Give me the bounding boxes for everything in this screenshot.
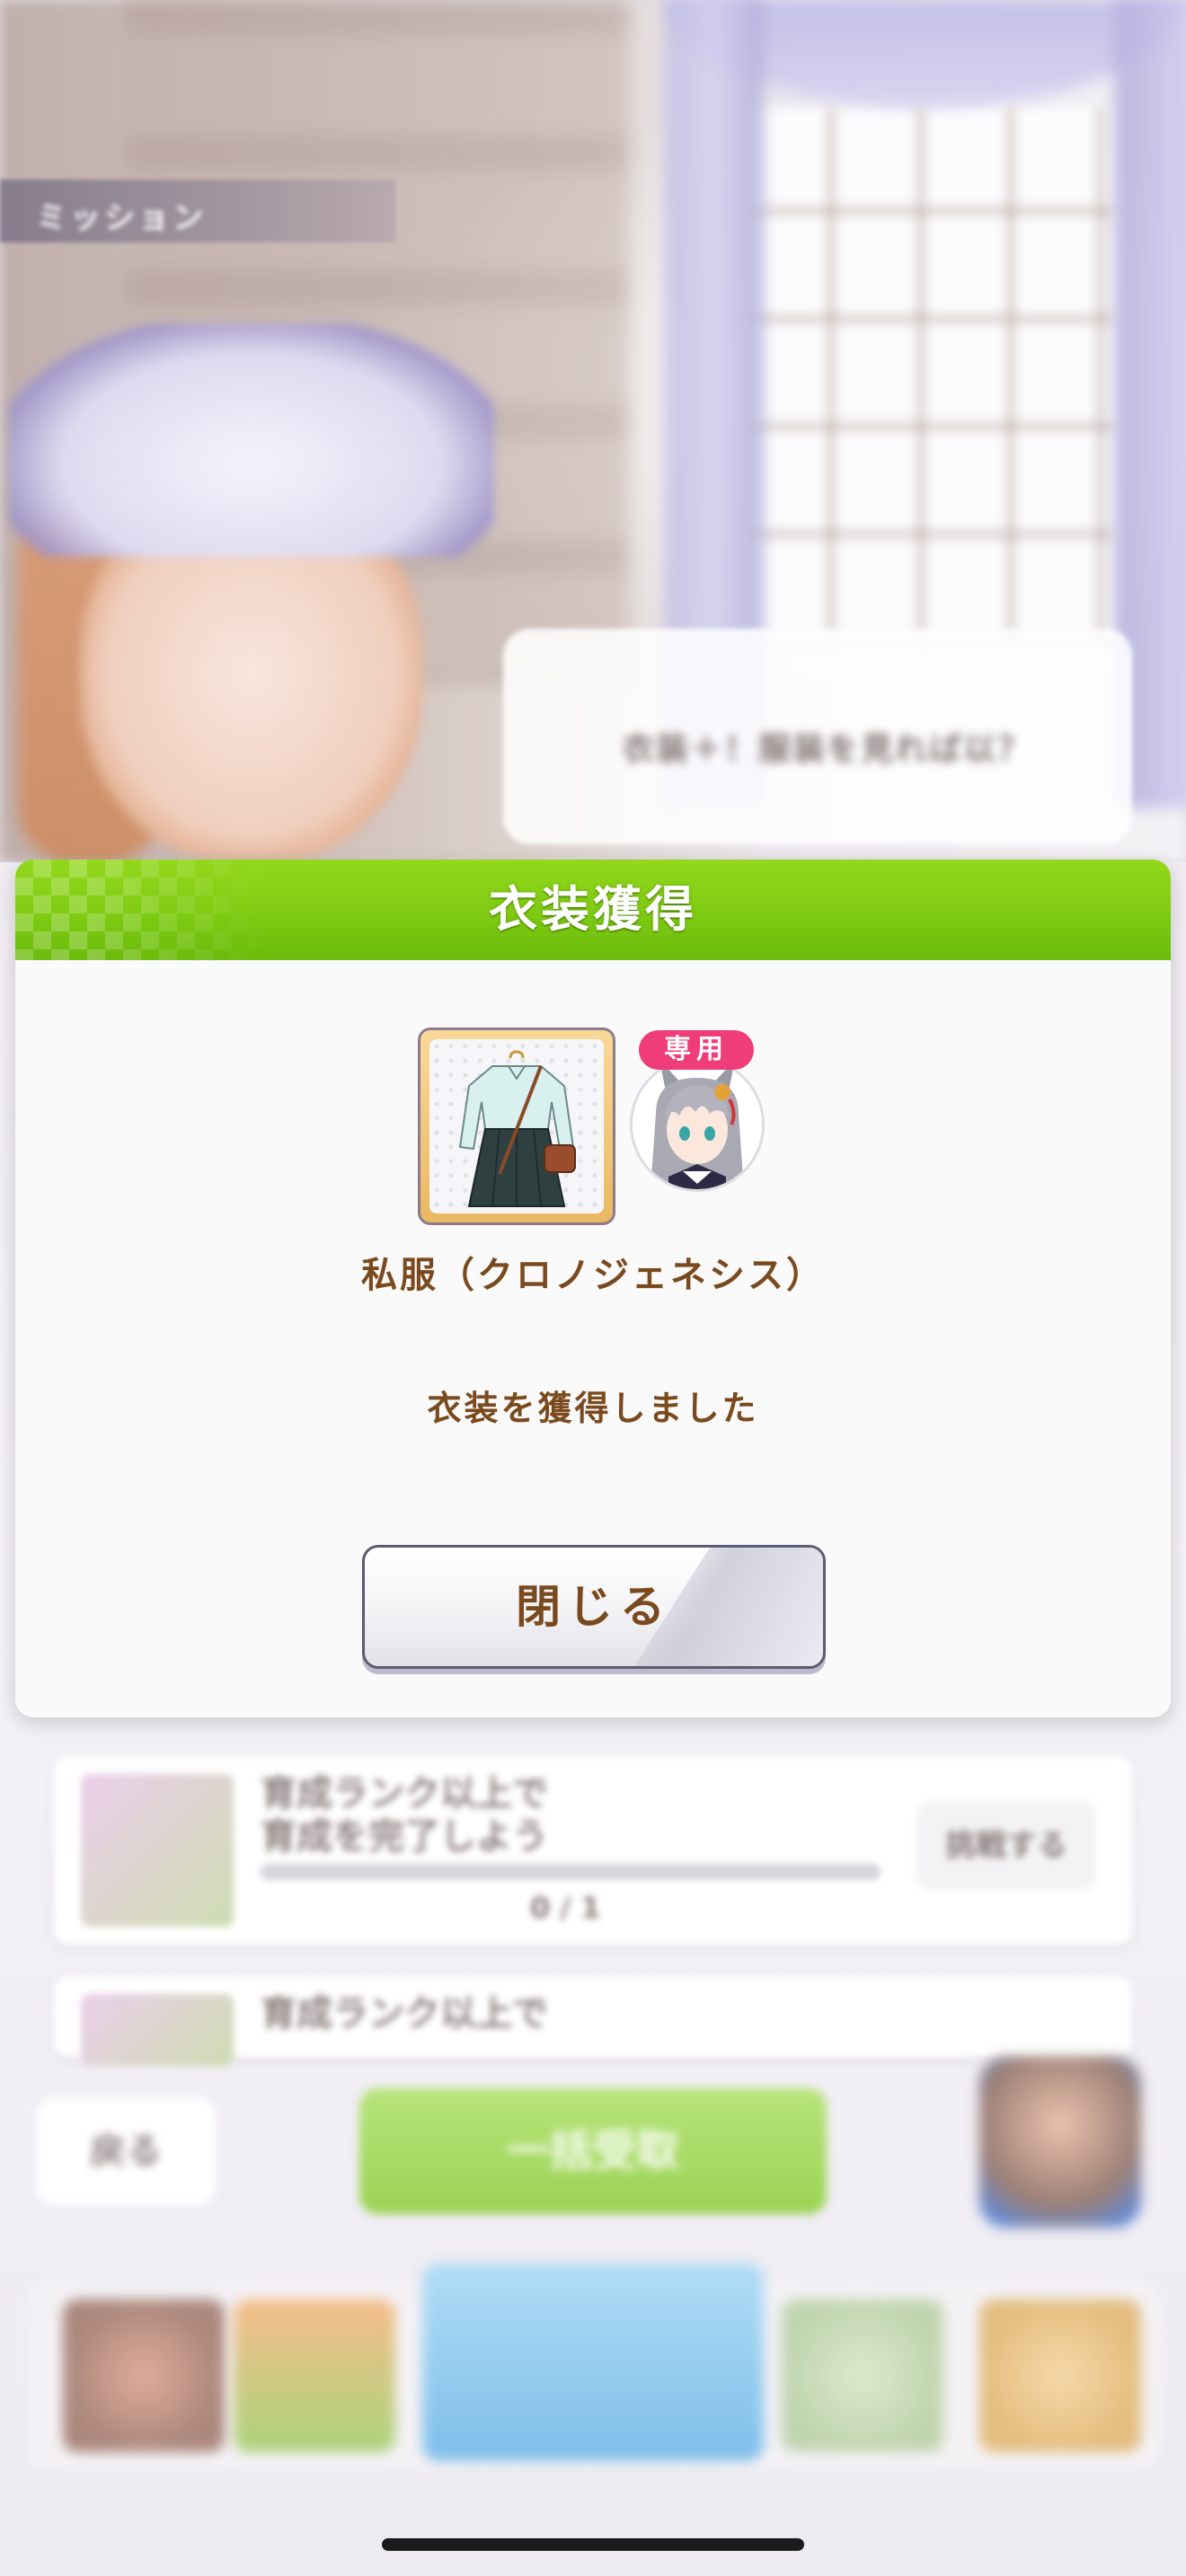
character-portrait-icon: [633, 1060, 762, 1189]
obtained-message: 衣装を獲得しました: [427, 1389, 759, 1428]
home-indicator[interactable]: [382, 2538, 804, 2551]
costume-obtained-dialog: 衣装獲得 専用 私服（クロノジェネシス） 衣装を獲得しました 閉じる: [15, 860, 1171, 1717]
costume-thumbnail: [429, 1039, 604, 1213]
close-button[interactable]: 閉じる: [362, 1545, 826, 1669]
exclusive-badge: 専用: [639, 1030, 754, 1070]
costume-outfit-icon: [458, 1050, 576, 1207]
dialog-title: 衣装獲得: [489, 881, 697, 938]
costume-name: 私服（クロノジェネシス）: [361, 1255, 825, 1296]
costume-item-frame: [418, 1028, 615, 1225]
close-button-label: 閉じる: [516, 1581, 672, 1633]
character-avatar: [630, 1057, 765, 1192]
dialog-header: 衣装獲得: [15, 860, 1171, 960]
